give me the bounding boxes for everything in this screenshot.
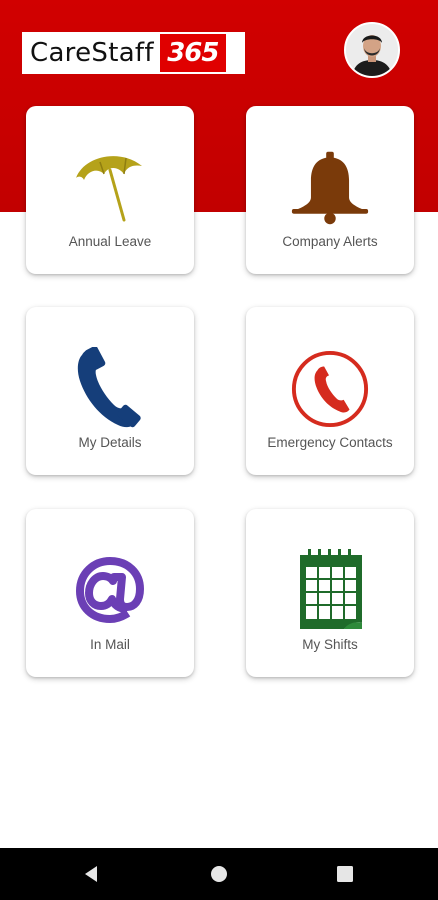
tile-my-shifts[interactable]: My Shifts bbox=[246, 509, 414, 677]
profile-photo-icon bbox=[346, 24, 398, 76]
tile-my-details[interactable]: My Details bbox=[26, 307, 194, 475]
home-icon[interactable] bbox=[209, 864, 229, 884]
phone-icon bbox=[70, 347, 150, 431]
app-logo: CareStaff 365 bbox=[22, 32, 245, 74]
logo-badge: 365 bbox=[159, 34, 226, 72]
calendar-icon bbox=[290, 549, 370, 633]
tile-annual-leave[interactable]: Annual Leave bbox=[26, 106, 194, 274]
tile-label: My Shifts bbox=[302, 637, 358, 652]
tile-emergency-contacts[interactable]: Emergency Contacts bbox=[246, 307, 414, 475]
tile-in-mail[interactable]: In Mail bbox=[26, 509, 194, 677]
system-navigation-bar bbox=[0, 848, 438, 900]
avatar[interactable] bbox=[344, 22, 400, 78]
tile-label: In Mail bbox=[90, 637, 130, 652]
tile-label: Company Alerts bbox=[282, 234, 378, 249]
tile-label: Annual Leave bbox=[68, 234, 152, 249]
bell-icon bbox=[290, 146, 370, 230]
tile-label: My Details bbox=[78, 435, 142, 450]
logo-text: CareStaff bbox=[30, 38, 154, 68]
emergency-phone-icon bbox=[290, 347, 370, 431]
at-sign-icon bbox=[70, 549, 150, 633]
umbrella-icon bbox=[70, 146, 150, 230]
recents-icon[interactable] bbox=[335, 864, 355, 884]
back-icon[interactable] bbox=[82, 864, 102, 884]
tile-company-alerts[interactable]: Company Alerts bbox=[246, 106, 414, 274]
tile-label: Emergency Contacts bbox=[267, 435, 393, 450]
